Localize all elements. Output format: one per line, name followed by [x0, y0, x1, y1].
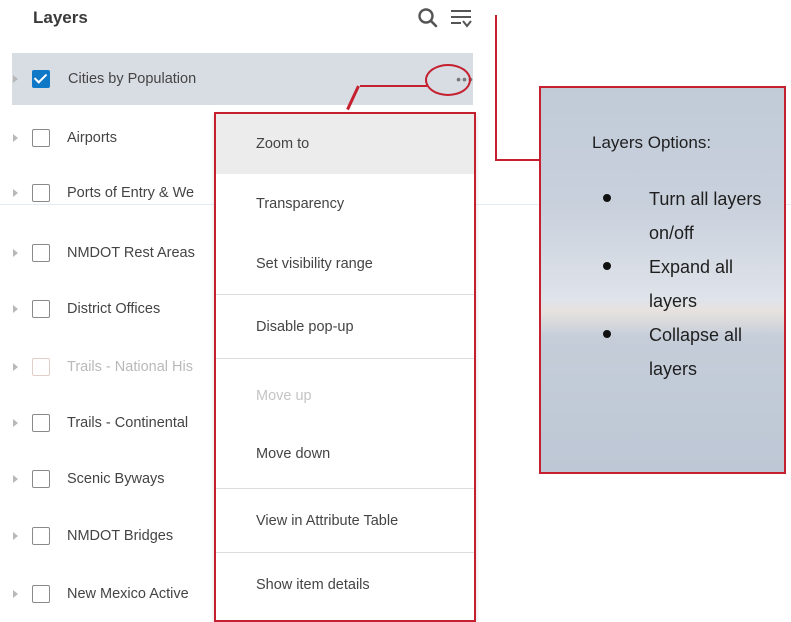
expand-arrow-icon[interactable]	[13, 305, 18, 313]
expand-arrow-icon[interactable]	[13, 189, 18, 197]
layer-visibility-checkbox[interactable]	[32, 470, 50, 488]
menu-item-zoom-to[interactable]: Zoom to	[216, 114, 474, 174]
layer-label: NMDOT Rest Areas	[67, 245, 195, 261]
callout-bullet-text: Expand all layers	[649, 257, 734, 311]
layer-visibility-checkbox[interactable]	[32, 129, 50, 147]
callout-bullet-text: Collapse all layers	[649, 325, 743, 379]
annotation-connector	[495, 15, 497, 161]
bullet-icon	[603, 194, 611, 202]
menu-divider	[216, 358, 474, 359]
menu-item-disable-popup[interactable]: Disable pop-up	[216, 297, 474, 357]
expand-arrow-icon[interactable]	[13, 532, 18, 540]
layer-label: Ports of Entry & We	[67, 185, 195, 201]
menu-item-transparency[interactable]: Transparency	[216, 174, 474, 234]
expand-arrow-icon[interactable]	[13, 75, 18, 83]
menu-divider	[216, 552, 474, 553]
annotation-line	[360, 85, 427, 87]
bullet-icon	[603, 330, 611, 338]
layer-visibility-checkbox[interactable]	[32, 585, 50, 603]
callout-bullet: Turn all layers on/off	[585, 182, 769, 250]
expand-arrow-icon[interactable]	[13, 590, 18, 598]
search-icon[interactable]	[417, 7, 439, 29]
callout-bullet-list: Turn all layers on/off Expand all layers…	[585, 182, 769, 386]
menu-item-label: Move up	[256, 388, 312, 404]
menu-item-label: View in Attribute Table	[256, 513, 399, 529]
highlight-ellipse	[425, 64, 471, 96]
layer-label: NMDOT Bridges	[67, 528, 174, 544]
callout-bullet: Expand all layers	[585, 250, 769, 318]
callout-bullet-text: Turn all layers on/off	[649, 189, 762, 243]
menu-item-label: Set visibility range	[256, 256, 373, 272]
menu-item-label: Disable pop-up	[256, 319, 354, 335]
expand-arrow-icon[interactable]	[13, 363, 18, 371]
layer-visibility-checkbox[interactable]	[32, 414, 50, 432]
menu-divider	[216, 488, 474, 489]
layer-visibility-checkbox[interactable]	[32, 300, 50, 318]
layer-label: District Offices	[67, 301, 161, 317]
menu-item-move-up: Move up	[216, 366, 474, 426]
layer-visibility-checkbox[interactable]	[32, 184, 50, 202]
expand-arrow-icon[interactable]	[13, 134, 18, 142]
menu-divider	[216, 294, 474, 295]
layer-label: Trails - National His	[67, 359, 193, 375]
layer-options-menu: Zoom to Transparency Set visibility rang…	[214, 112, 476, 622]
menu-item-show-item-details[interactable]: Show item details	[216, 555, 474, 615]
layer-visibility-checkbox[interactable]	[32, 358, 50, 376]
panel-title: Layers	[33, 8, 88, 27]
menu-item-label: Show item details	[256, 577, 370, 593]
bullet-icon	[603, 262, 611, 270]
expand-arrow-icon[interactable]	[13, 249, 18, 257]
layer-label: New Mexico Active	[67, 586, 189, 602]
layer-visibility-checkbox[interactable]	[32, 527, 50, 545]
expand-arrow-icon[interactable]	[13, 475, 18, 483]
layer-visibility-checkbox[interactable]	[32, 70, 50, 88]
layer-label: Trails - Continental	[67, 415, 189, 431]
menu-item-set-visibility-range[interactable]: Set visibility range	[216, 234, 474, 294]
expand-arrow-icon[interactable]	[13, 419, 18, 427]
layer-row-cities-by-population[interactable]: Cities by Population •••	[12, 53, 473, 105]
layers-options-callout: Layers Options: Turn all layers on/off E…	[539, 86, 786, 474]
menu-item-view-in-attribute-table[interactable]: View in Attribute Table	[216, 491, 474, 551]
menu-item-move-down[interactable]: Move down	[216, 424, 474, 484]
callout-bullet: Collapse all layers	[585, 318, 769, 386]
layer-label: Cities by Population	[68, 71, 197, 87]
layer-label: Scenic Byways	[67, 471, 165, 487]
layer-label: Airports	[67, 130, 117, 146]
layer-visibility-checkbox[interactable]	[32, 244, 50, 262]
callout-title: Layers Options:	[592, 133, 712, 152]
filter-icon[interactable]	[449, 7, 473, 31]
menu-item-label: Move down	[256, 446, 331, 462]
menu-item-label: Zoom to	[256, 136, 310, 152]
menu-item-label: Transparency	[256, 196, 345, 212]
annotation-connector	[495, 159, 541, 161]
